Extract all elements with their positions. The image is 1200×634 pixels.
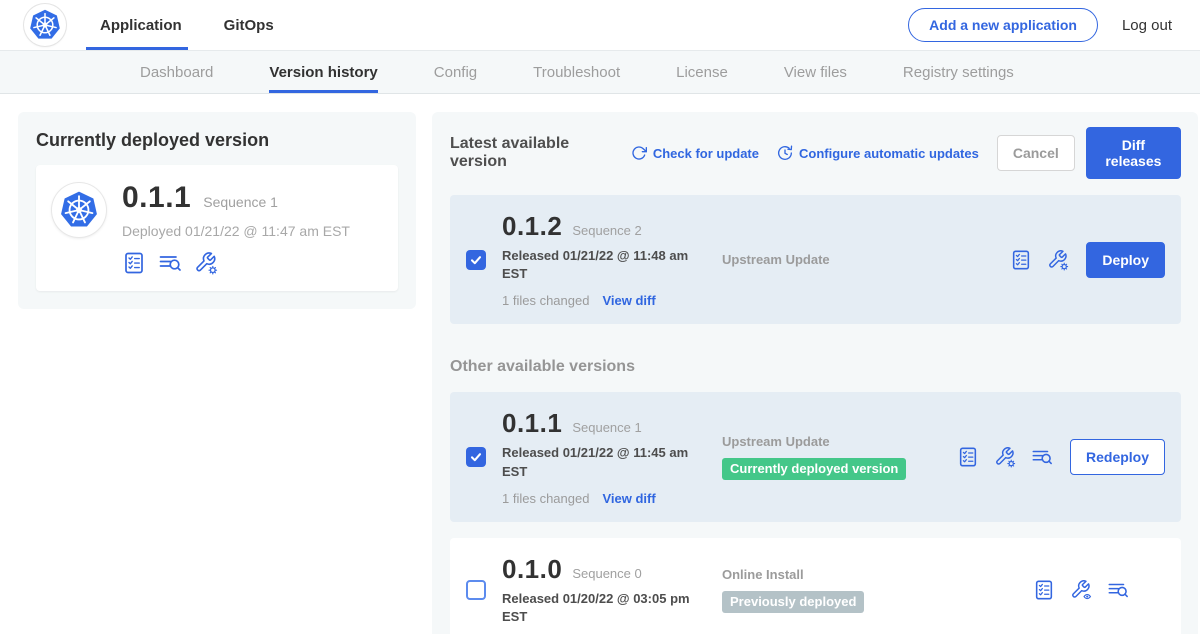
tab-config[interactable]: Config: [434, 51, 477, 93]
version-checkbox[interactable]: [466, 250, 486, 270]
config-wrench-gear-icon[interactable]: [994, 446, 1016, 468]
other-versions-title: Other available versions: [450, 358, 1181, 376]
preflight-checklist-icon[interactable]: [1010, 249, 1032, 271]
files-changed-label: 1 files changed: [502, 491, 589, 506]
tab-dashboard[interactable]: Dashboard: [140, 51, 213, 93]
deployed-card-title: Currently deployed version: [36, 130, 398, 151]
tab-gitops[interactable]: GitOps: [220, 0, 278, 50]
sequence-label: Sequence 2: [572, 223, 641, 238]
top-nav: Application GitOps Add a new application…: [0, 0, 1200, 50]
currently-deployed-card: Currently deployed version 0.1.1 Sequenc…: [18, 112, 416, 309]
check-for-update-link[interactable]: Check for update: [631, 145, 759, 161]
version-number: 0.1.1: [502, 408, 562, 439]
sequence-label: Sequence 1: [572, 420, 641, 435]
version-source-label: Upstream Update: [722, 252, 957, 267]
configure-automatic-updates-link[interactable]: Configure automatic updates: [777, 145, 979, 161]
version-row-0-1-1: 0.1.1 Sequence 1 Released 01/21/22 @ 11:…: [450, 392, 1181, 521]
preflight-checklist-icon[interactable]: [122, 251, 146, 275]
cancel-button[interactable]: Cancel: [997, 135, 1075, 171]
checkmark-icon: [468, 252, 484, 268]
preflight-checklist-icon[interactable]: [957, 446, 979, 468]
config-wrench-gear-icon[interactable]: [194, 251, 218, 275]
deployed-sequence-label: Sequence 1: [203, 194, 278, 210]
configure-updates-label: Configure automatic updates: [799, 146, 979, 161]
deploy-logs-search-icon[interactable]: [158, 251, 182, 275]
logout-button[interactable]: Log out: [1122, 17, 1176, 34]
tab-version-history[interactable]: Version history: [269, 51, 377, 93]
latest-available-title: Latest available version: [450, 135, 613, 171]
deployed-version-number: 0.1.1: [122, 181, 191, 215]
released-timestamp: Released 01/20/22 @ 03:05 pm EST: [502, 590, 710, 626]
sequence-label: Sequence 0: [572, 566, 641, 581]
top-nav-tabs: Application GitOps: [96, 0, 278, 50]
view-diff-link[interactable]: View diff: [602, 293, 655, 308]
deploy-logs-search-icon[interactable]: [1107, 579, 1129, 601]
config-wrench-gear-icon[interactable]: [1047, 249, 1069, 271]
preflight-checklist-icon[interactable]: [1033, 579, 1055, 601]
refresh-icon: [631, 145, 647, 161]
currently-deployed-badge: Currently deployed version: [722, 458, 906, 480]
redeploy-button[interactable]: Redeploy: [1070, 439, 1165, 475]
version-number: 0.1.0: [502, 554, 562, 585]
config-wrench-eye-icon[interactable]: [1070, 579, 1092, 601]
deploy-logs-search-icon[interactable]: [1031, 446, 1053, 468]
version-checkbox[interactable]: [466, 447, 486, 467]
version-row-0-1-0: 0.1.0 Sequence 0 Released 01/20/22 @ 03:…: [450, 538, 1181, 634]
version-number: 0.1.2: [502, 211, 562, 242]
version-checkbox[interactable]: [466, 580, 486, 600]
version-row-0-1-2: 0.1.2 Sequence 2 Released 01/21/22 @ 11:…: [450, 195, 1181, 324]
app-kubernetes-icon: [52, 183, 106, 237]
files-changed-label: 1 files changed: [502, 293, 589, 308]
tab-registry-settings[interactable]: Registry settings: [903, 51, 1014, 93]
deploy-button[interactable]: Deploy: [1086, 242, 1165, 278]
tab-license[interactable]: License: [676, 51, 728, 93]
add-application-button[interactable]: Add a new application: [908, 8, 1098, 42]
app-sub-nav: Dashboard Version history Config Trouble…: [0, 50, 1200, 94]
diff-releases-button[interactable]: Diff releases: [1086, 127, 1181, 179]
kubernetes-logo-icon: [24, 4, 66, 46]
version-source-label: Online Install: [722, 567, 957, 582]
version-source-label: Upstream Update: [722, 434, 957, 449]
deployed-version-card: 0.1.1 Sequence 1 Deployed 01/21/22 @ 11:…: [36, 165, 398, 291]
check-for-update-label: Check for update: [653, 146, 759, 161]
tab-troubleshoot[interactable]: Troubleshoot: [533, 51, 620, 93]
view-diff-link[interactable]: View diff: [602, 491, 655, 506]
version-history-panel: Latest available version Check for updat…: [432, 112, 1198, 634]
previously-deployed-badge: Previously deployed: [722, 591, 864, 613]
tab-application[interactable]: Application: [96, 0, 186, 50]
clock-refresh-icon: [777, 145, 793, 161]
deployed-timestamp: Deployed 01/21/22 @ 11:47 am EST: [122, 223, 350, 239]
released-timestamp: Released 01/21/22 @ 11:45 am EST: [502, 444, 710, 480]
released-timestamp: Released 01/21/22 @ 11:48 am EST: [502, 247, 710, 283]
tab-view-files[interactable]: View files: [784, 51, 847, 93]
checkmark-icon: [468, 449, 484, 465]
